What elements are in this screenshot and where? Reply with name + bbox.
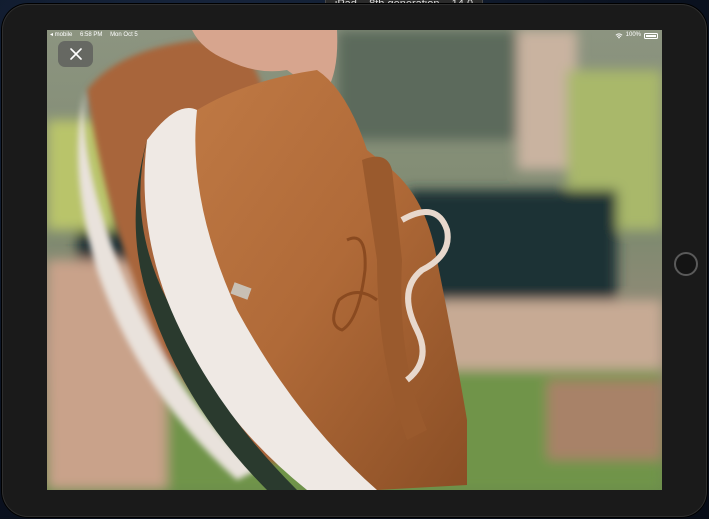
sneaker-photo (47, 30, 662, 490)
battery-fill (646, 34, 656, 37)
close-icon (69, 48, 82, 60)
battery-percent: 100% (625, 32, 641, 38)
battery-icon (644, 32, 658, 39)
back-to-app-link[interactable]: ◂ mobile (50, 32, 72, 38)
status-date: Mon Oct 5 (110, 32, 138, 38)
ipad-screen: ◂ mobile 6:58 PM Mon Oct 5 100% (47, 30, 662, 490)
status-time: 6:58 PM (80, 32, 103, 38)
close-button[interactable] (58, 41, 93, 67)
home-button[interactable] (674, 252, 698, 276)
status-bar: ◂ mobile 6:58 PM Mon Oct 5 100% (47, 30, 662, 42)
wifi-icon (615, 32, 623, 39)
